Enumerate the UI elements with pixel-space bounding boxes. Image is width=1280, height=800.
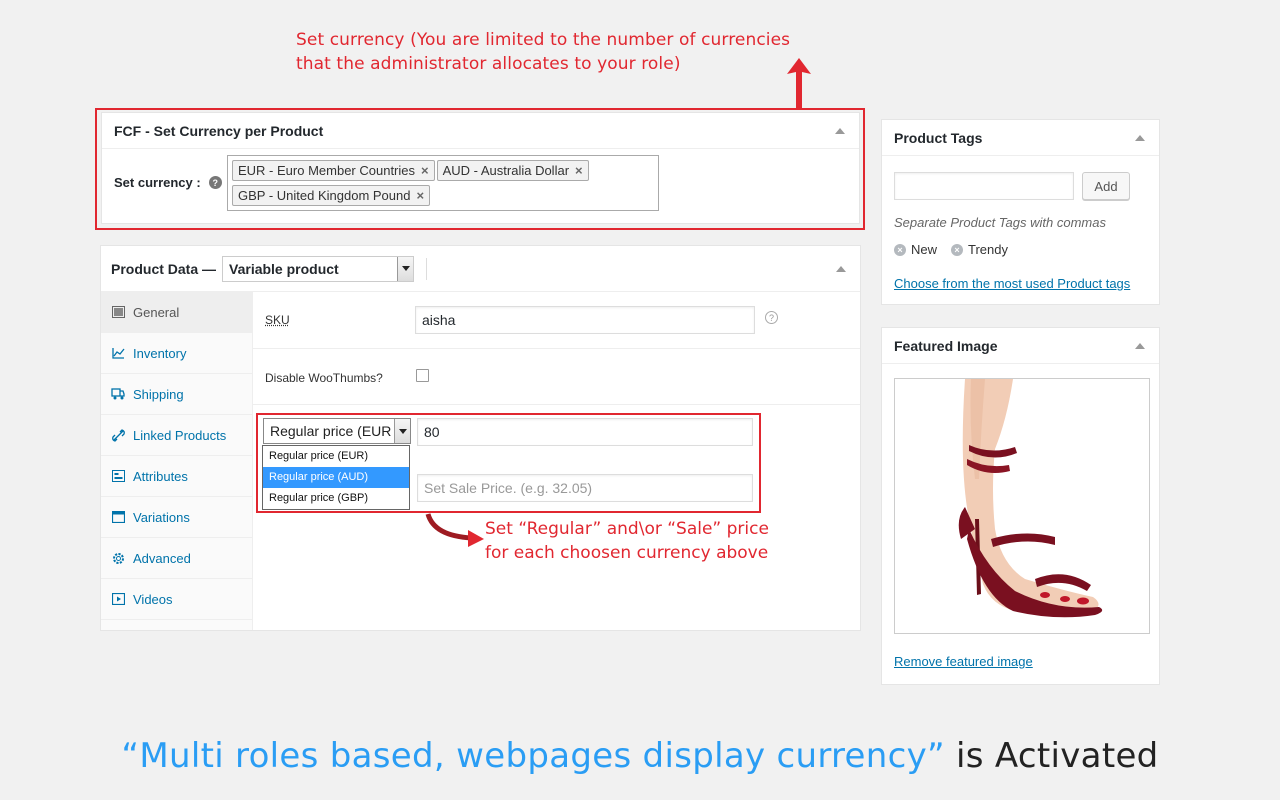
annotation-line-2: for each choosen currency above: [485, 543, 769, 563]
collapse-icon[interactable]: [836, 266, 846, 272]
attributes-icon: [111, 469, 125, 483]
annotation-line-1: Set “Regular” and\or “Sale” price: [485, 519, 769, 539]
tab-label: Inventory: [133, 345, 187, 361]
woothumbs-row: Disable WooThumbs?: [253, 349, 860, 405]
tag-item: × Trendy: [951, 242, 1008, 257]
tab-videos[interactable]: Videos: [101, 579, 252, 620]
choose-tags-link[interactable]: Choose from the most used Product tags: [894, 276, 1130, 291]
shipping-icon: [111, 387, 125, 401]
tag-label: New: [911, 242, 938, 257]
remove-tag-icon[interactable]: ×: [894, 243, 906, 256]
tab-inventory[interactable]: Inventory: [101, 333, 252, 374]
featured-image-title: Featured Image: [894, 337, 998, 354]
woothumbs-checkbox[interactable]: [416, 369, 429, 382]
highlight-box-price: [256, 413, 761, 513]
arrow-up-icon: [787, 58, 811, 110]
tab-label: Advanced: [133, 550, 191, 566]
collapse-icon[interactable]: [1135, 135, 1145, 141]
curved-arrow-icon: [425, 513, 484, 547]
tag-label: Trendy: [968, 242, 1008, 257]
tab-label: General: [133, 304, 180, 320]
featured-image[interactable]: [894, 378, 1150, 634]
chevron-down-icon: [397, 256, 414, 281]
product-data-tabs: General Inventory Shipping Linked Produc…: [101, 292, 253, 630]
sku-label: SKU: [265, 313, 290, 327]
tags-hint: Separate Product Tags with commas: [894, 215, 1106, 230]
tab-variations[interactable]: Variations: [101, 497, 252, 538]
tag-input[interactable]: [894, 172, 1074, 200]
tab-linked-products[interactable]: Linked Products: [101, 415, 252, 456]
collapse-icon[interactable]: [1135, 343, 1145, 349]
highlight-box-currency: [95, 108, 865, 230]
product-data-header: Product Data — Variable product: [101, 246, 860, 292]
tag-item: × New: [894, 242, 937, 257]
tab-general[interactable]: General: [101, 292, 252, 333]
tab-shipping[interactable]: Shipping: [101, 374, 252, 415]
currency-annotation: Set currency (You are limited to the num…: [296, 28, 790, 76]
tab-label: Attributes: [133, 468, 188, 484]
tab-label: Shipping: [133, 386, 184, 402]
gear-icon: [111, 551, 125, 565]
product-type-value: Variable product: [229, 260, 339, 277]
bottom-banner: “Multi roles based, webpages display cur…: [0, 736, 1280, 776]
annotation-line-2: that the administrator allocates to your…: [296, 54, 681, 74]
tab-label: Videos: [133, 591, 173, 607]
sku-row: SKU aisha ?: [253, 292, 860, 349]
add-tag-button[interactable]: Add: [1082, 172, 1130, 200]
tab-attributes[interactable]: Attributes: [101, 456, 252, 497]
general-icon: [111, 305, 125, 319]
banner-highlight: “Multi roles based, webpages display cur…: [121, 736, 945, 776]
tag-list: × New × Trendy: [894, 242, 1008, 257]
price-annotation: Set “Regular” and\or “Sale” price for ea…: [485, 517, 769, 565]
tab-label: Linked Products: [133, 427, 227, 443]
annotation-line-1: Set currency (You are limited to the num…: [296, 30, 791, 50]
banner-status: is Activated: [944, 736, 1159, 776]
help-icon[interactable]: ?: [765, 311, 778, 324]
inventory-icon: [111, 346, 125, 360]
product-tags-title: Product Tags: [894, 129, 983, 146]
variations-icon: [111, 510, 125, 524]
sku-input[interactable]: aisha: [415, 306, 755, 334]
featured-image-header[interactable]: Featured Image: [882, 328, 1159, 364]
divider: [426, 257, 428, 280]
product-type-select[interactable]: Variable product: [222, 255, 415, 282]
woothumbs-label: Disable WooThumbs?: [265, 371, 383, 385]
tab-advanced[interactable]: Advanced: [101, 538, 252, 579]
video-icon: [111, 592, 125, 606]
product-data-title: Product Data —: [111, 260, 217, 277]
shoe-image: [895, 379, 1149, 633]
tab-label: Variations: [133, 509, 190, 525]
product-tags-panel: Product Tags Add Separate Product Tags w…: [881, 119, 1160, 305]
remove-featured-image-link[interactable]: Remove featured image: [894, 654, 1033, 669]
featured-image-panel: Featured Image Remove featured image: [881, 327, 1160, 685]
remove-tag-icon[interactable]: ×: [951, 243, 964, 256]
link-icon: [111, 428, 125, 442]
product-tags-header[interactable]: Product Tags: [882, 120, 1159, 156]
